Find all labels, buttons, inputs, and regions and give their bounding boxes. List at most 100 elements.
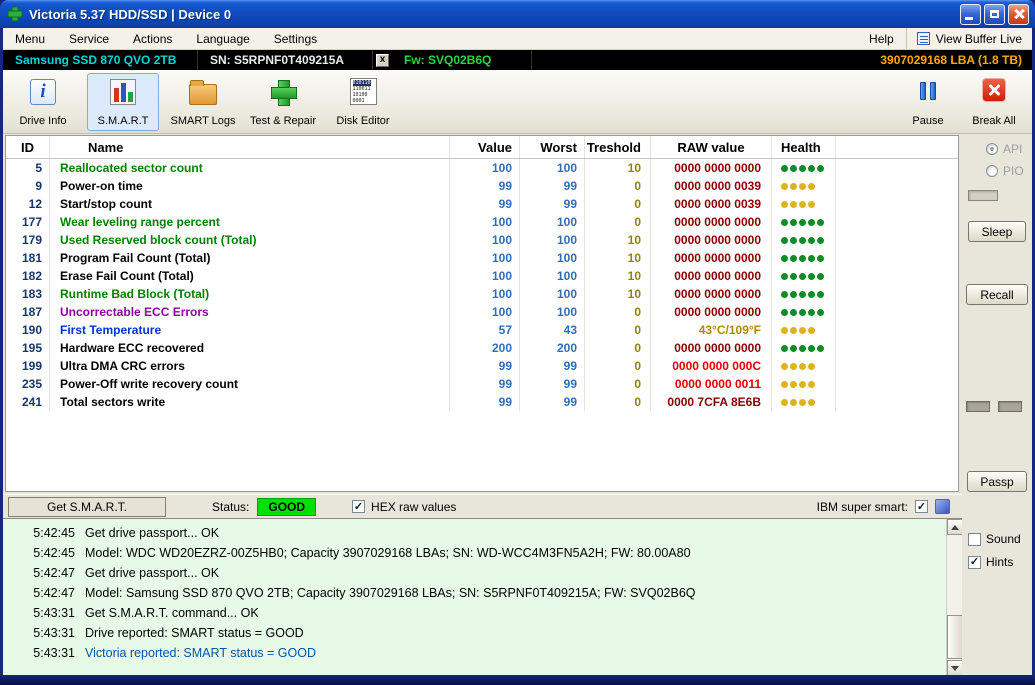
health-dot (799, 290, 806, 298)
sound-checkbox-row[interactable]: Sound (968, 532, 1021, 546)
health-dot (799, 272, 806, 280)
health-dot (790, 164, 797, 172)
binary-grid-icon: 010110 110011 10100 0001 (349, 78, 377, 105)
disk-editor-button[interactable]: 010110 110011 10100 0001 Disk Editor (327, 73, 399, 131)
cell-raw: 0000 0000 0000 (651, 303, 772, 321)
table-row[interactable]: 177 Wear leveling range percent 100 100 0 000… (6, 213, 958, 231)
table-row[interactable]: 9 Power-on time 99 99 0 0000 0000 0039 (6, 177, 958, 195)
smart-table: ID Name Value Worst Treshold RAW value H… (5, 135, 959, 492)
cell-raw: 0000 0000 0000 (651, 285, 772, 303)
log-timestamp: 5:42:45 (33, 546, 75, 560)
hex-raw-values-checkbox[interactable] (352, 500, 366, 513)
sleep-button[interactable]: Sleep (968, 221, 1026, 242)
health-dots (772, 339, 836, 357)
cell-worst: 100 (520, 267, 585, 285)
cell-id: 235 (6, 375, 50, 393)
health-dot (817, 236, 824, 244)
smart-button[interactable]: S.M.A.R.T (87, 72, 159, 131)
table-row[interactable]: 199 Ultra DMA CRC errors 99 99 0 0000 0000 00… (6, 357, 958, 375)
mini-button-right[interactable] (998, 401, 1022, 412)
recall-button[interactable]: Recall (966, 284, 1028, 305)
log-line: 5:43:31 Get S.M.A.R.T. command... OK (3, 603, 962, 623)
menu-item-language[interactable]: Language (184, 29, 261, 49)
log-scrollbar[interactable] (946, 519, 962, 675)
table-row[interactable]: 181 Program Fail Count (Total) 100 100 10 000… (6, 249, 958, 267)
column-header-treshold[interactable]: Treshold (585, 136, 651, 158)
scroll-up-button[interactable] (947, 519, 962, 535)
column-header-value[interactable]: Value (450, 136, 520, 158)
table-row[interactable]: 195 Hardware ECC recovered 200 200 0 0000 000… (6, 339, 958, 357)
pio-radio[interactable]: PIO (986, 164, 1024, 178)
cell-filler (836, 159, 958, 177)
menu-item-settings[interactable]: Settings (262, 29, 329, 49)
break-all-button[interactable]: Break All (962, 73, 1026, 131)
column-header-id[interactable]: ID (6, 136, 50, 158)
column-header-name[interactable]: Name (50, 136, 450, 158)
table-row[interactable]: 182 Erase Fail Count (Total) 100 100 10 0000 … (6, 267, 958, 285)
pause-button[interactable]: Pause (902, 73, 954, 131)
cell-worst: 100 (520, 231, 585, 249)
health-dot (799, 164, 806, 172)
cell-treshold: 10 (585, 159, 651, 177)
close-button[interactable] (1008, 3, 1029, 25)
menu-item-menu[interactable]: Menu (3, 29, 57, 49)
device-close-button[interactable]: x (376, 53, 389, 67)
cell-treshold: 10 (585, 231, 651, 249)
minimize-icon (965, 16, 973, 20)
device-serial: SN: S5RPNF0T409215A (198, 50, 373, 70)
title-bar[interactable]: Victoria 5.37 HDD/SSD | Device 0 (0, 0, 1035, 28)
cell-worst: 200 (520, 339, 585, 357)
cell-treshold: 0 (585, 321, 651, 339)
ibm-indicator[interactable] (935, 499, 950, 514)
smart-logs-button[interactable]: SMART Logs (167, 73, 239, 131)
ibm-super-smart-checkbox[interactable] (915, 500, 928, 513)
table-row[interactable]: 187 Uncorrectable ECC Errors 100 100 0 0000 0… (6, 303, 958, 321)
menu-item-help[interactable]: Help (857, 29, 906, 49)
minimize-button[interactable] (960, 3, 981, 25)
health-dot (808, 236, 815, 244)
pio-radio-icon[interactable] (986, 165, 998, 177)
view-buffer-live-button[interactable]: View Buffer Live (905, 28, 1032, 49)
log-message: Victoria reported: SMART status = GOOD (85, 646, 316, 660)
ibm-super-smart-row[interactable]: IBM super smart: (817, 499, 950, 514)
cell-name: First Temperature (50, 321, 450, 339)
hints-checkbox-row[interactable]: Hints (968, 555, 1013, 569)
column-header-health[interactable]: Health (772, 136, 836, 158)
api-radio[interactable]: API (986, 142, 1022, 156)
toolbar: i Drive Info S.M.A.R.T SMART Logs Test &… (3, 70, 1032, 134)
column-header-raw[interactable]: RAW value (651, 136, 772, 158)
cell-raw: 0000 0000 0000 (651, 231, 772, 249)
hints-checkbox[interactable] (968, 555, 981, 569)
device-model[interactable]: Samsung SSD 870 QVO 2TB (3, 50, 198, 70)
drive-info-button[interactable]: i Drive Info (7, 73, 79, 131)
table-row[interactable]: 5 Reallocated sector count 100 100 10 0000 00… (6, 159, 958, 177)
menu-item-service[interactable]: Service (57, 29, 121, 49)
scroll-down-button[interactable] (947, 660, 962, 675)
table-row[interactable]: 241 Total sectors write 99 99 0 0000 7CFA 8E6… (6, 393, 958, 411)
test-repair-button[interactable]: Test & Repair (247, 73, 319, 131)
maximize-button[interactable] (984, 3, 1005, 25)
health-dot (790, 254, 797, 262)
sound-checkbox[interactable] (968, 532, 981, 546)
cell-value: 100 (450, 303, 520, 321)
log-line: 5:43:31 Victoria reported: SMART status =… (3, 643, 962, 663)
mini-button-left[interactable] (966, 401, 990, 412)
table-row[interactable]: 179 Used Reserved block count (Total) 100 1… (6, 231, 958, 249)
health-dot (790, 182, 797, 190)
api-radio-icon[interactable] (986, 143, 998, 155)
get-smart-button[interactable]: Get S.M.A.R.T. (8, 496, 166, 517)
table-row[interactable]: 190 First Temperature 57 43 0 43°C/109°F (6, 321, 958, 339)
health-dot (799, 236, 806, 244)
column-header-worst[interactable]: Worst (520, 136, 585, 158)
health-dots (772, 375, 836, 393)
cell-treshold: 0 (585, 357, 651, 375)
menu-item-actions[interactable]: Actions (121, 29, 184, 49)
table-row[interactable]: 12 Start/stop count 99 99 0 0000 0000 0039 (6, 195, 958, 213)
table-row[interactable]: 235 Power-Off write recovery count 99 99 0 00… (6, 375, 958, 393)
hex-raw-values-row[interactable]: HEX raw values (352, 500, 456, 514)
health-dot (790, 272, 797, 280)
log-panel: 5:42:45 Get drive passport... OK 5:42:45 Mo… (3, 518, 962, 675)
table-row[interactable]: 183 Runtime Bad Block (Total) 100 100 10 0000… (6, 285, 958, 303)
scrollbar-thumb[interactable] (947, 615, 962, 659)
passp-button[interactable]: Passp (967, 471, 1027, 492)
